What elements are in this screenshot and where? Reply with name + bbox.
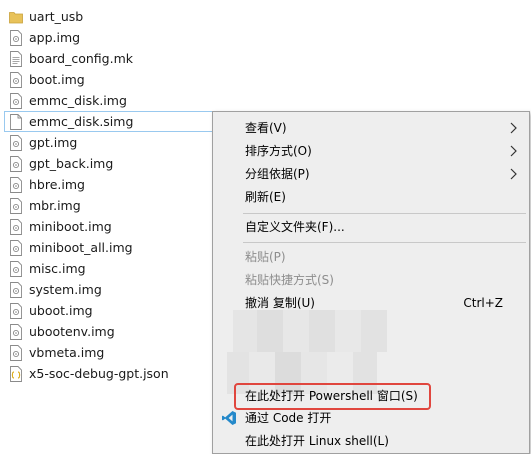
context-menu: 查看(V) 排序方式(O) 分组依据(P) 刷新(E) 自定义文件夹(F)...… bbox=[212, 111, 530, 454]
img-file-icon bbox=[9, 177, 23, 193]
file-row[interactable]: uboot.img bbox=[0, 301, 220, 322]
file-name: mbr.img bbox=[29, 198, 81, 213]
menu-item-label: 在此处打开 Powershell 窗口(S) bbox=[245, 389, 418, 403]
menu-item-label: 通过 Code 打开 bbox=[245, 411, 332, 425]
file-row[interactable]: miniboot.img bbox=[0, 217, 220, 238]
img-file-icon bbox=[9, 72, 23, 88]
menu-item-paste[interactable]: 粘贴(P) bbox=[213, 246, 529, 269]
menu-item-label: 刷新(E) bbox=[245, 190, 286, 204]
menu-item-label: 自定义文件夹(F)... bbox=[245, 220, 345, 234]
menu-item-label: 在此处打开 Linux shell(L) bbox=[245, 434, 389, 448]
blank-file-icon bbox=[9, 114, 23, 130]
img-file-icon bbox=[9, 93, 23, 109]
menu-item-sort-by[interactable]: 排序方式(O) bbox=[213, 140, 529, 163]
file-name: ubootenv.img bbox=[29, 324, 115, 339]
menu-item-refresh[interactable]: 刷新(E) bbox=[213, 186, 529, 209]
file-name: miniboot_all.img bbox=[29, 240, 133, 255]
img-file-icon bbox=[9, 240, 23, 256]
menu-item-paste-shortcut[interactable]: 粘贴快捷方式(S) bbox=[213, 269, 529, 292]
menu-item-label: 粘贴(P) bbox=[245, 250, 286, 264]
menu-item-view[interactable]: 查看(V) bbox=[213, 117, 529, 140]
file-row[interactable]: mbr.img bbox=[0, 196, 220, 217]
file-name: misc.img bbox=[29, 261, 86, 276]
file-row[interactable]: gpt_back.img bbox=[0, 154, 220, 175]
file-name: x5-soc-debug-gpt.json bbox=[29, 366, 169, 381]
file-row[interactable]: miniboot_all.img bbox=[0, 238, 220, 259]
file-name: uboot.img bbox=[29, 303, 93, 318]
menu-item-open-powershell[interactable]: 在此处打开 Powershell 窗口(S) bbox=[213, 385, 529, 408]
file-name: emmc_disk.img bbox=[29, 93, 127, 108]
menu-item-open-linux-shell[interactable]: 在此处打开 Linux shell(L) bbox=[213, 430, 529, 453]
file-name: boot.img bbox=[29, 72, 85, 87]
file-name: app.img bbox=[29, 30, 81, 45]
menu-item-customize-folder[interactable]: 自定义文件夹(F)... bbox=[213, 216, 529, 239]
file-row[interactable]: system.img bbox=[0, 280, 220, 301]
file-name: hbre.img bbox=[29, 177, 85, 192]
img-file-icon bbox=[9, 261, 23, 277]
file-row[interactable]: board_config.mk bbox=[0, 49, 220, 70]
img-file-icon bbox=[9, 156, 23, 172]
file-name: miniboot.img bbox=[29, 219, 112, 234]
img-file-icon bbox=[9, 303, 23, 319]
file-row[interactable]: emmc_disk.img bbox=[0, 91, 220, 112]
menu-item-label: 粘贴快捷方式(S) bbox=[245, 273, 334, 287]
vscode-icon bbox=[222, 411, 236, 425]
menu-item-shortcut: Ctrl+Z bbox=[463, 296, 503, 310]
menu-item-group-by[interactable]: 分组依据(P) bbox=[213, 163, 529, 186]
menu-separator bbox=[243, 213, 526, 214]
menu-item-label: 分组依据(P) bbox=[245, 167, 310, 181]
img-file-icon bbox=[9, 198, 23, 214]
chevron-right-icon bbox=[510, 168, 517, 180]
file-row[interactable]: app.img bbox=[0, 28, 220, 49]
file-row[interactable]: hbre.img bbox=[0, 175, 220, 196]
menu-item-label: 查看(V) bbox=[245, 121, 287, 135]
img-file-icon bbox=[9, 135, 23, 151]
file-name: gpt.img bbox=[29, 135, 78, 150]
img-file-icon bbox=[9, 324, 23, 340]
file-row[interactable]: misc.img bbox=[0, 259, 220, 280]
blurred-menu-items bbox=[227, 310, 397, 394]
file-row[interactable]: vbmeta.img bbox=[0, 343, 220, 364]
img-file-icon bbox=[9, 345, 23, 361]
folder-icon bbox=[9, 9, 23, 25]
file-name: vbmeta.img bbox=[29, 345, 105, 360]
file-row[interactable]: ubootenv.img bbox=[0, 322, 220, 343]
menu-item-label: 排序方式(O) bbox=[245, 144, 312, 158]
file-row[interactable]: x5-soc-debug-gpt.json bbox=[0, 364, 220, 385]
img-file-icon bbox=[9, 30, 23, 46]
file-name: uart_usb bbox=[29, 9, 84, 24]
chevron-right-icon bbox=[510, 145, 517, 157]
file-name: board_config.mk bbox=[29, 51, 133, 66]
file-row[interactable]: emmc_disk.simg bbox=[0, 112, 220, 133]
file-name: system.img bbox=[29, 282, 102, 297]
json-file-icon bbox=[9, 366, 23, 382]
menu-item-open-with-code[interactable]: 通过 Code 打开 bbox=[213, 407, 529, 430]
file-name: emmc_disk.simg bbox=[29, 114, 134, 129]
img-file-icon bbox=[9, 219, 23, 235]
file-row[interactable]: uart_usb bbox=[0, 7, 220, 28]
file-row[interactable]: boot.img bbox=[0, 70, 220, 91]
img-file-icon bbox=[9, 282, 23, 298]
menu-separator bbox=[243, 242, 526, 243]
file-row[interactable]: gpt.img bbox=[0, 133, 220, 154]
chevron-right-icon bbox=[510, 122, 517, 134]
text-file-icon bbox=[9, 51, 23, 67]
file-name: gpt_back.img bbox=[29, 156, 114, 171]
